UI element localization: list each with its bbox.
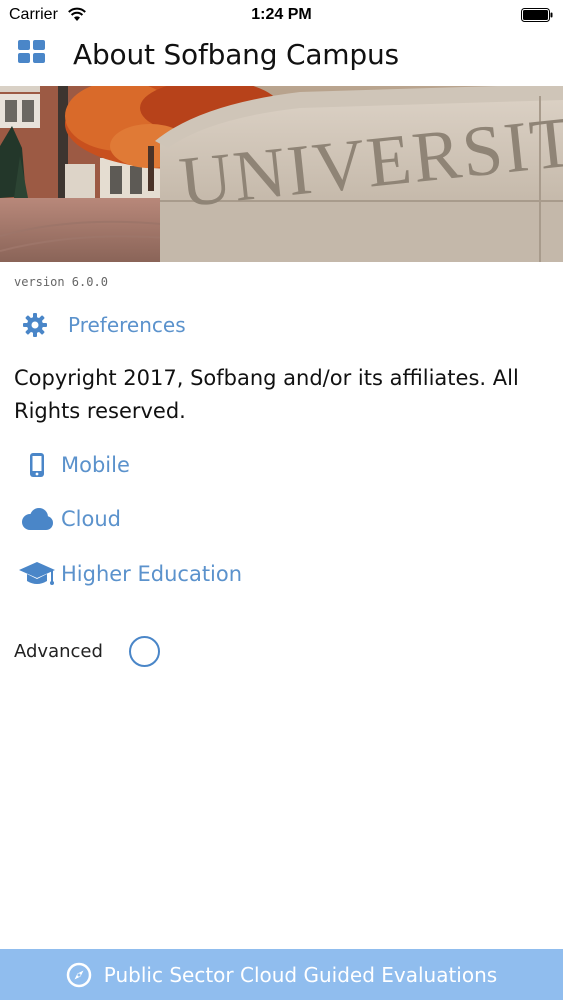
campus-banner-image: UNIVERSITY bbox=[0, 86, 563, 262]
mobile-link-label: Mobile bbox=[61, 453, 130, 477]
status-time: 1:24 PM bbox=[251, 6, 312, 23]
page-title: About Sofbang Campus bbox=[73, 38, 399, 71]
app-header: About Sofbang Campus bbox=[0, 30, 563, 86]
cloud-link-label: Cloud bbox=[61, 507, 121, 531]
higher-education-link[interactable]: Higher Education bbox=[18, 557, 242, 591]
guided-evaluations-button[interactable]: Public Sector Cloud Guided Evaluations bbox=[0, 949, 563, 1000]
preferences-label: Preferences bbox=[68, 313, 186, 337]
mobile-icon bbox=[18, 450, 56, 480]
cloud-link[interactable]: Cloud bbox=[18, 502, 121, 536]
advanced-label: Advanced bbox=[14, 640, 103, 662]
advanced-row: Advanced bbox=[14, 634, 160, 668]
mobile-link[interactable]: Mobile bbox=[18, 448, 130, 482]
higher-education-link-label: Higher Education bbox=[61, 562, 243, 586]
advanced-toggle[interactable] bbox=[128, 635, 160, 667]
guided-evaluations-label: Public Sector Cloud Guided Evaluations bbox=[103, 962, 498, 987]
version-label: version 6.0.0 bbox=[14, 275, 108, 289]
copyright-text: Copyright 2017, Sofbang and/or its affil… bbox=[14, 366, 519, 423]
cloud-icon bbox=[18, 504, 56, 534]
battery-icon bbox=[521, 8, 553, 22]
gear-icon bbox=[23, 313, 47, 337]
compass-icon bbox=[66, 962, 92, 987]
grid-menu-icon[interactable] bbox=[18, 40, 46, 66]
preferences-link[interactable]: Preferences bbox=[22, 310, 186, 340]
graduation-cap-icon bbox=[18, 559, 56, 589]
status-bar: Carrier 1:24 PM bbox=[0, 0, 563, 30]
